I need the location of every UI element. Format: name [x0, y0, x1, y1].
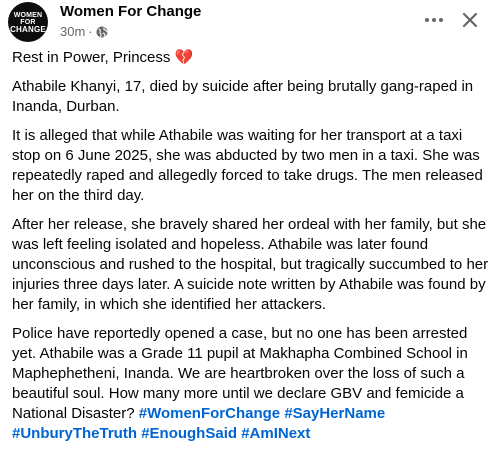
- avatar-logo-line2: CHANGE: [10, 24, 46, 34]
- page-name[interactable]: Women For Change: [60, 3, 201, 20]
- close-icon: [462, 12, 478, 28]
- post-body: Rest in Power, Princess 💔 Athabile Khany…: [12, 48, 494, 453]
- hashtag-link[interactable]: #SayHerName: [284, 405, 385, 422]
- hashtag-link[interactable]: #EnoughSaid: [141, 425, 237, 442]
- post-paragraph-3: It is alleged that while Athabile was wa…: [12, 127, 483, 204]
- page-avatar[interactable]: WOMEN FOR CHANGE: [8, 2, 48, 42]
- post-time[interactable]: 30m: [60, 24, 85, 39]
- post-paragraph-2: Athabile Khanyi, 17, died by suicide aft…: [12, 78, 474, 115]
- broken-heart-emoji: 💔: [174, 49, 194, 66]
- post-paragraph-1-text: Rest in Power, Princess: [12, 49, 171, 66]
- hashtag-link[interactable]: #UnburyTheTruth: [12, 425, 137, 442]
- avatar-logo: WOMEN FOR CHANGE: [8, 11, 48, 34]
- post-paragraph-5: Police have reportedly opened a case, bu…: [12, 324, 494, 444]
- close-button[interactable]: [454, 4, 486, 36]
- facebook-post: WOMEN FOR CHANGE Women For Change 30m ·: [0, 0, 497, 442]
- hashtag-link[interactable]: #AmINext: [241, 425, 310, 442]
- more-dots-icon: [425, 18, 443, 22]
- avatar-logo-line1: WOMEN FOR: [13, 11, 43, 26]
- post-meta: 30m ·: [60, 24, 108, 39]
- post-header: WOMEN FOR CHANGE Women For Change 30m ·: [8, 2, 497, 42]
- post-paragraph-1: Rest in Power, Princess 💔: [12, 48, 494, 68]
- meta-separator: ·: [88, 24, 93, 39]
- globe-icon[interactable]: [96, 26, 108, 38]
- post-paragraph-4: After her release, she bravely shared he…: [12, 216, 489, 313]
- hashtag-link[interactable]: #WomenForChange: [139, 405, 280, 422]
- more-options-button[interactable]: [420, 6, 448, 34]
